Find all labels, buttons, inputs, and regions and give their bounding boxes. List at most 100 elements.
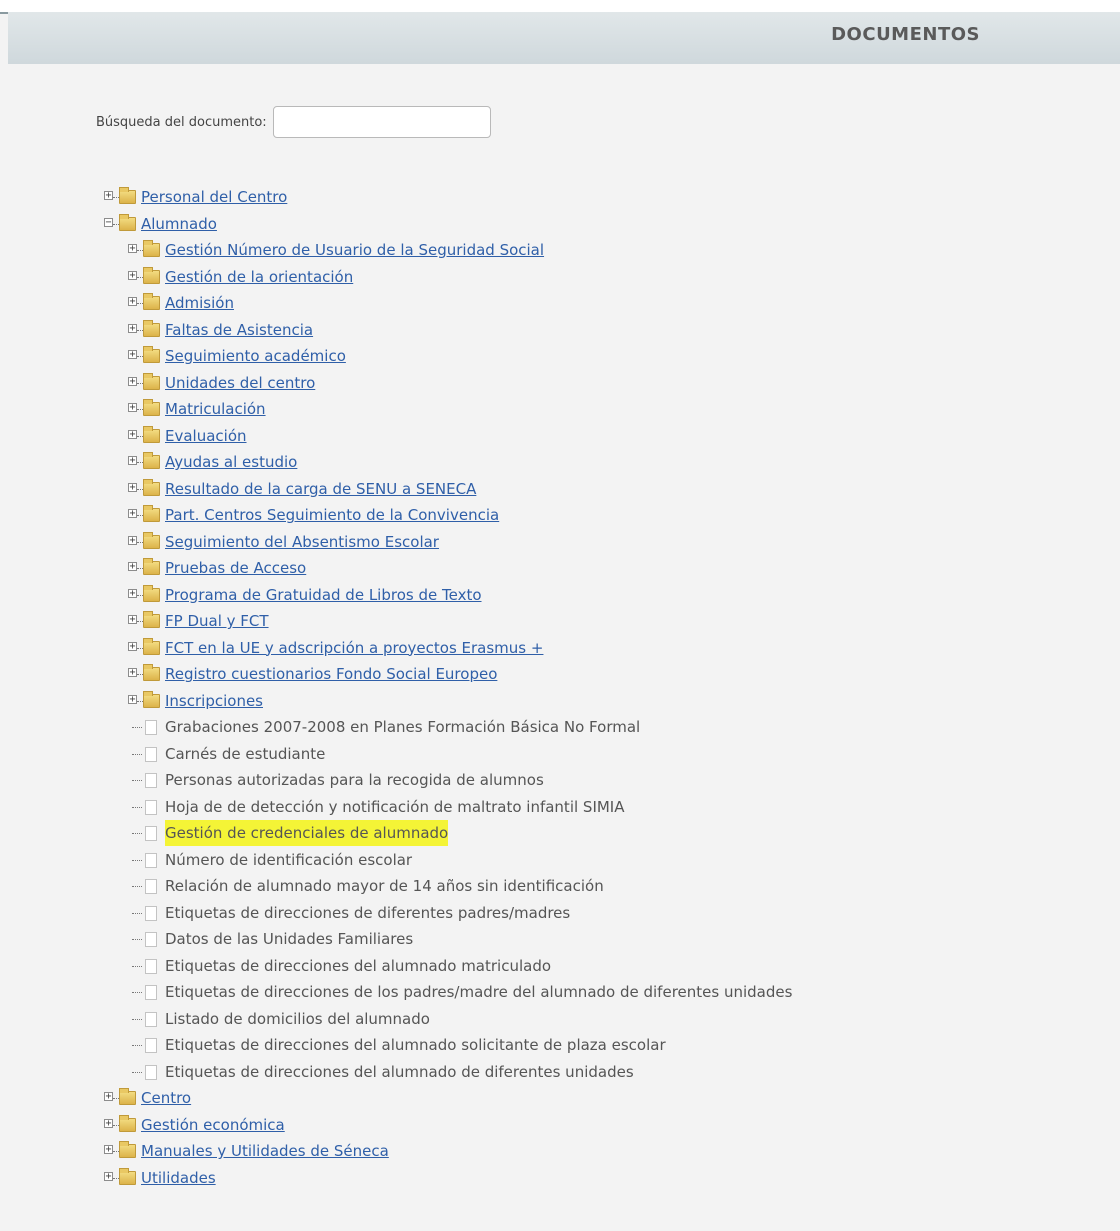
document-icon — [145, 773, 157, 788]
expand-icon[interactable]: + — [128, 350, 137, 360]
expand-icon[interactable]: + — [104, 1118, 113, 1128]
tree-link-fp-dual-y-fct[interactable]: FP Dual y FCT — [165, 608, 269, 634]
document-label-datos-de-las-unidades-familiares[interactable]: Datos de las Unidades Familiares — [165, 926, 413, 952]
tree-link-gestion-economica[interactable]: Gestión económica — [141, 1112, 285, 1138]
tree-link-alumnado[interactable]: Alumnado — [141, 211, 217, 237]
tree-link-resultado-de-la-carga-de-senu-a-seneca[interactable]: Resultado de la carga de SENU a SENECA — [165, 476, 476, 502]
folder-icon — [143, 452, 160, 469]
tree-link-pruebas-de-acceso[interactable]: Pruebas de Acceso — [165, 555, 306, 581]
document-icon — [145, 1011, 157, 1027]
expand-icon[interactable]: + — [128, 535, 137, 545]
tree-connector — [132, 833, 142, 834]
document-icon — [145, 746, 157, 762]
expand-icon[interactable]: + — [128, 615, 137, 625]
tree-link-centro[interactable]: Centro — [141, 1085, 191, 1111]
expand-icon[interactable]: + — [104, 1092, 113, 1102]
tree-link-evaluacion[interactable]: Evaluación — [165, 423, 247, 449]
tree-link-programa-de-gratuidad-de-libros-de-texto[interactable]: Programa de Gratuidad de Libros de Texto — [165, 582, 482, 608]
tree-connector — [132, 992, 142, 993]
folder-icon — [143, 425, 160, 443]
document-label-etiquetas-de-direcciones-del-alumnado-solicitante-de-plaza-escolar[interactable]: Etiquetas de direcciones del alumnado so… — [165, 1032, 666, 1058]
document-icon — [145, 905, 157, 921]
tree-link-seguimiento-academico[interactable]: Seguimiento académico — [165, 343, 346, 369]
tree-link-faltas-de-asistencia[interactable]: Faltas de Asistencia — [165, 317, 313, 343]
expand-icon[interactable]: + — [128, 429, 137, 439]
expand-icon[interactable]: + — [128, 323, 137, 333]
expand-icon[interactable]: + — [104, 191, 113, 201]
tree-link-fct-en-la-ue-y-adscripcion-a-proyectos-erasmus[interactable]: FCT en la UE y adscripción a proyectos E… — [165, 635, 543, 661]
folder-icon — [143, 293, 160, 310]
tree-link-gestion-numero-de-usuario-de-la-seguridad-social[interactable]: Gestión Número de Usuario de la Segurida… — [165, 237, 544, 263]
search-input[interactable] — [272, 106, 491, 138]
tree-link-matriculacion[interactable]: Matriculación — [165, 396, 266, 422]
expand-icon[interactable]: + — [104, 1145, 113, 1155]
document-label-etiquetas-de-direcciones-del-alumnado-de-diferentes-unidades[interactable]: Etiquetas de direcciones del alumnado de… — [165, 1059, 634, 1085]
tree-connector — [132, 806, 142, 808]
document-label-relacion-de-alumnado-mayor-de-14-anos-sin-identificacion[interactable]: Relación de alumnado mayor de 14 años si… — [165, 873, 604, 899]
folder-icon — [143, 346, 160, 363]
tree-link-seguimiento-del-absentismo-escolar[interactable]: Seguimiento del Absentismo Escolar — [165, 529, 439, 555]
folder-icon — [143, 505, 160, 522]
document-icon — [145, 1064, 157, 1080]
folder-icon — [143, 399, 160, 416]
folder-icon — [143, 611, 160, 628]
tree-link-registro-cuestionarios-fondo-social-europeo[interactable]: Registro cuestionarios Fondo Social Euro… — [165, 661, 497, 687]
expand-icon[interactable]: + — [128, 244, 137, 254]
tree-link-personal-del-centro[interactable]: Personal del Centro — [141, 184, 287, 210]
document-label-grabaciones-2007-2008-en-planes-formacion-basica-no-formal[interactable]: Grabaciones 2007-2008 en Planes Formació… — [165, 714, 640, 740]
document-icon — [145, 932, 157, 947]
document-icon — [145, 879, 157, 894]
expand-icon[interactable]: + — [128, 588, 137, 598]
document-label-personas-autorizadas-para-la-recogida-de-alumnos[interactable]: Personas autorizadas para la recogida de… — [165, 767, 544, 793]
folder-icon — [119, 1114, 136, 1132]
expand-icon[interactable]: + — [128, 270, 137, 280]
tree-link-manuales-y-utilidades-de-seneca[interactable]: Manuales y Utilidades de Séneca — [141, 1138, 389, 1164]
expand-icon[interactable]: + — [128, 509, 137, 519]
tree-link-part-centros-seguimiento-de-la-convivencia[interactable]: Part. Centros Seguimiento de la Conviven… — [165, 502, 499, 528]
folder-icon — [119, 1088, 136, 1105]
tree-link-unidades-del-centro[interactable]: Unidades del centro — [165, 370, 315, 396]
document-label-etiquetas-de-direcciones-de-diferentes-padres-madres[interactable]: Etiquetas de direcciones de diferentes p… — [165, 900, 570, 926]
tree-connector — [132, 1018, 142, 1020]
document-icon — [145, 958, 157, 974]
document-label-hoja-de-de-deteccion-y-notificacion-de-maltrato-infantil-simia[interactable]: Hoja de de detección y notificación de m… — [165, 794, 625, 820]
tree-link-gestion-de-la-orientacion[interactable]: Gestión de la orientación — [165, 264, 353, 290]
search-row: Búsqueda del documento: — [96, 106, 491, 138]
expand-icon[interactable]: + — [128, 456, 137, 466]
expand-icon[interactable]: + — [104, 1171, 113, 1181]
tree-connector — [132, 1045, 142, 1046]
tree-connector — [132, 780, 142, 781]
expand-icon[interactable]: + — [128, 482, 137, 492]
document-label-listado-de-domicilios-del-alumnado[interactable]: Listado de domicilios del alumnado — [165, 1006, 430, 1032]
tree-connector — [132, 727, 142, 728]
tree-link-admision[interactable]: Admisión — [165, 290, 234, 316]
document-icon — [145, 799, 157, 815]
page-title: DOCUMENTOS — [831, 24, 980, 45]
folder-icon — [143, 266, 160, 284]
folder-icon — [119, 187, 136, 204]
expand-icon[interactable]: + — [128, 694, 137, 704]
expand-icon[interactable]: + — [128, 668, 137, 678]
expand-icon[interactable]: + — [128, 297, 137, 307]
tree-connector — [132, 859, 142, 861]
tree-connector — [132, 1071, 142, 1073]
tree-link-inscripciones[interactable]: Inscripciones — [165, 688, 263, 714]
folder-icon — [143, 319, 160, 337]
folder-icon — [143, 664, 160, 681]
tree-link-ayudas-al-estudio[interactable]: Ayudas al estudio — [165, 449, 297, 475]
folder-icon — [143, 372, 160, 390]
expand-icon[interactable]: + — [128, 376, 137, 386]
document-label-etiquetas-de-direcciones-del-alumnado-matriculado[interactable]: Etiquetas de direcciones del alumnado ma… — [165, 953, 551, 979]
document-label-carnes-de-estudiante[interactable]: Carnés de estudiante — [165, 741, 325, 767]
expand-icon[interactable]: + — [128, 641, 137, 651]
tree-link-utilidades[interactable]: Utilidades — [141, 1165, 216, 1191]
document-label-gestion-de-credenciales-de-alumnado[interactable]: Gestión de credenciales de alumnado — [165, 820, 449, 846]
folder-icon — [143, 637, 160, 655]
collapse-icon[interactable]: − — [104, 217, 113, 227]
expand-icon[interactable]: + — [128, 562, 137, 572]
expand-icon[interactable]: + — [128, 403, 137, 413]
document-label-etiquetas-de-direcciones-de-los-padres-madre-del-alumnado-de-diferentes-unidades[interactable]: Etiquetas de direcciones de los padres/m… — [165, 979, 792, 1005]
folder-icon — [119, 1141, 136, 1158]
document-label-numero-de-identificacion-escolar[interactable]: Número de identificación escolar — [165, 847, 412, 873]
document-icon — [145, 1038, 157, 1053]
